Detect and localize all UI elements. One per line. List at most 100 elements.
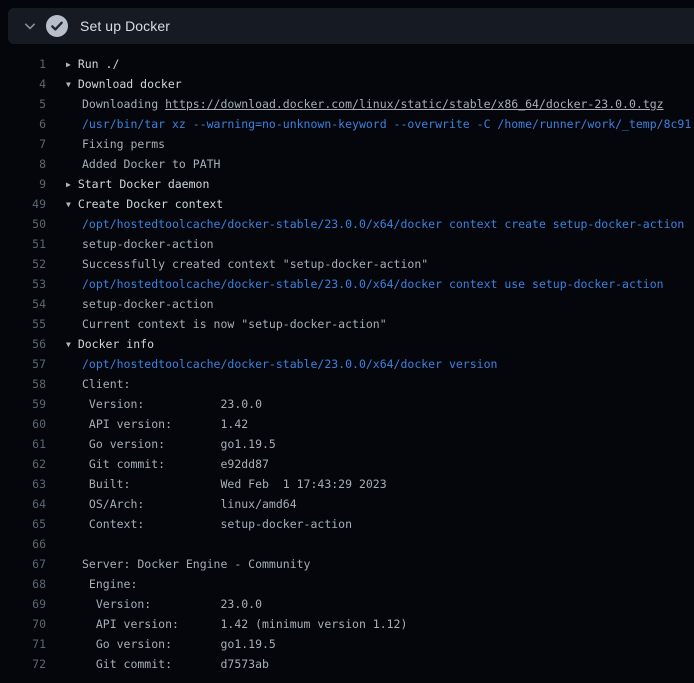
line-number[interactable]: 50 — [0, 214, 46, 234]
log-line: 49 ▼ Create Docker context — [0, 194, 694, 214]
log-line: 53/opt/hostedtoolcache/docker-stable/23.… — [0, 274, 694, 294]
line-number[interactable]: 72 — [0, 654, 46, 674]
group-title: Create Docker context — [78, 197, 223, 211]
log-line: 1 ▶ Run ./ — [0, 54, 694, 74]
group-header[interactable]: ▼ Create Docker context — [66, 194, 223, 214]
group-header[interactable]: ▶ Start Docker daemon — [66, 174, 209, 194]
line-number[interactable]: 5 — [0, 94, 46, 114]
log-line: 51 setup-docker-action — [0, 234, 694, 254]
log-line: 69 Version: 23.0.0 — [0, 594, 694, 614]
line-number[interactable]: 9 — [0, 174, 46, 194]
disclosure-triangle-expanded-icon[interactable]: ▼ — [66, 335, 71, 355]
line-number[interactable]: 64 — [0, 494, 46, 514]
line-number[interactable]: 70 — [0, 614, 46, 634]
line-number[interactable]: 68 — [0, 574, 46, 594]
line-number[interactable]: 4 — [0, 74, 46, 94]
log-line: 8 Added Docker to PATH — [0, 154, 694, 174]
line-number[interactable]: 8 — [0, 154, 46, 174]
log-text-prefix: Downloading — [82, 97, 165, 111]
log-line: 56 ▼ Docker info — [0, 334, 694, 354]
line-number[interactable]: 56 — [0, 334, 46, 354]
disclosure-triangle-expanded-icon[interactable]: ▼ — [66, 195, 71, 215]
log-output: 1 ▶ Run ./ 4 ▼ Download docker 5 Downloading ht… — [0, 44, 694, 674]
log-line: 5 Downloading https://download.docker.com… — [0, 94, 694, 114]
log-line: 64 OS/Arch: linux/amd64 — [0, 494, 694, 514]
log-line: 67 Server: Docker Engine - Community — [0, 554, 694, 574]
log-line: 7 Fixing perms — [0, 134, 694, 154]
log-text: Fixing perms — [82, 134, 165, 154]
line-number[interactable]: 1 — [0, 54, 46, 74]
command-text: /opt/hostedtoolcache/docker-stable/23.0.… — [82, 354, 497, 374]
actions-log-panel: Set up Docker 1 ▶ Run ./ 4 ▼ Download docker 5… — [0, 8, 694, 683]
log-text: API version: 1.42 (minimum version 1.12) — [82, 614, 407, 634]
line-number[interactable]: 52 — [0, 254, 46, 274]
log-text: setup-docker-action — [82, 294, 214, 314]
log-line: 54 setup-docker-action — [0, 294, 694, 314]
log-text: Server: Docker Engine - Community — [82, 554, 310, 574]
line-number[interactable]: 71 — [0, 634, 46, 654]
log-line: 9 ▶ Start Docker daemon — [0, 174, 694, 194]
line-number[interactable]: 65 — [0, 514, 46, 534]
log-text: Built: Wed Feb 1 17:43:29 2023 — [82, 474, 387, 494]
line-number[interactable]: 59 — [0, 394, 46, 414]
group-header[interactable]: ▶ Run ./ — [66, 54, 119, 74]
log-text: Current context is now "setup-docker-act… — [82, 314, 387, 334]
line-number[interactable]: 6 — [0, 114, 46, 134]
log-line: 6/usr/bin/tar xz --warning=no-unknown-ke… — [0, 114, 694, 134]
group-title: Docker info — [78, 337, 154, 351]
disclosure-triangle-expanded-icon[interactable]: ▼ — [66, 75, 71, 95]
command-text: /opt/hostedtoolcache/docker-stable/23.0.… — [82, 274, 664, 294]
log-line: 72 Git commit: d7573ab — [0, 654, 694, 674]
line-number[interactable]: 53 — [0, 274, 46, 294]
group-title: Run ./ — [78, 57, 120, 71]
log-text: Added Docker to PATH — [82, 154, 220, 174]
group-title: Download docker — [78, 77, 182, 91]
chevron-down-icon[interactable] — [22, 18, 38, 34]
log-line: 60 API version: 1.42 — [0, 414, 694, 434]
disclosure-triangle-collapsed-icon[interactable]: ▶ — [66, 55, 71, 75]
log-text: Git commit: d7573ab — [82, 654, 269, 674]
log-line: 52 Successfully created context "setup-do… — [0, 254, 694, 274]
line-number[interactable]: 62 — [0, 454, 46, 474]
line-number[interactable]: 57 — [0, 354, 46, 374]
log-line: 50/opt/hostedtoolcache/docker-stable/23.… — [0, 214, 694, 234]
log-line: 68 Engine: — [0, 574, 694, 594]
line-number[interactable]: 54 — [0, 294, 46, 314]
line-number[interactable]: 49 — [0, 194, 46, 214]
log-line: 66 — [0, 534, 694, 554]
log-line: 63 Built: Wed Feb 1 17:43:29 2023 — [0, 474, 694, 494]
log-text: API version: 1.42 — [82, 414, 248, 434]
log-text: Go version: go1.19.5 — [82, 434, 276, 454]
disclosure-triangle-collapsed-icon[interactable]: ▶ — [66, 175, 71, 195]
log-text: Successfully created context "setup-dock… — [82, 254, 428, 274]
log-text: Version: 23.0.0 — [82, 394, 262, 414]
log-text: setup-docker-action — [82, 234, 214, 254]
log-text: Version: 23.0.0 — [82, 594, 262, 614]
log-line: 65 Context: setup-docker-action — [0, 514, 694, 534]
log-line: 61 Go version: go1.19.5 — [0, 434, 694, 454]
step-header[interactable]: Set up Docker — [8, 8, 694, 44]
line-number[interactable]: 69 — [0, 594, 46, 614]
download-url-link[interactable]: https://download.docker.com/linux/static… — [165, 97, 664, 111]
step-title: Set up Docker — [80, 18, 170, 34]
log-text: Engine: — [82, 574, 137, 594]
log-line: 57/opt/hostedtoolcache/docker-stable/23.… — [0, 354, 694, 374]
group-title: Start Docker daemon — [78, 177, 210, 191]
check-circle-icon — [46, 15, 68, 37]
log-text: Git commit: e92dd87 — [82, 454, 269, 474]
line-number[interactable]: 61 — [0, 434, 46, 454]
line-number[interactable]: 51 — [0, 234, 46, 254]
group-header[interactable]: ▼ Docker info — [66, 334, 154, 354]
group-header[interactable]: ▼ Download docker — [66, 74, 182, 94]
line-number[interactable]: 66 — [0, 534, 46, 554]
line-number[interactable]: 63 — [0, 474, 46, 494]
line-number[interactable]: 67 — [0, 554, 46, 574]
line-number[interactable]: 55 — [0, 314, 46, 334]
line-number[interactable]: 58 — [0, 374, 46, 394]
line-number[interactable]: 60 — [0, 414, 46, 434]
log-line: 59 Version: 23.0.0 — [0, 394, 694, 414]
log-line: 55 Current context is now "setup-docker-a… — [0, 314, 694, 334]
line-number[interactable]: 7 — [0, 134, 46, 154]
log-text: Client: — [82, 374, 130, 394]
log-line: 70 API version: 1.42 (minimum version 1.… — [0, 614, 694, 634]
